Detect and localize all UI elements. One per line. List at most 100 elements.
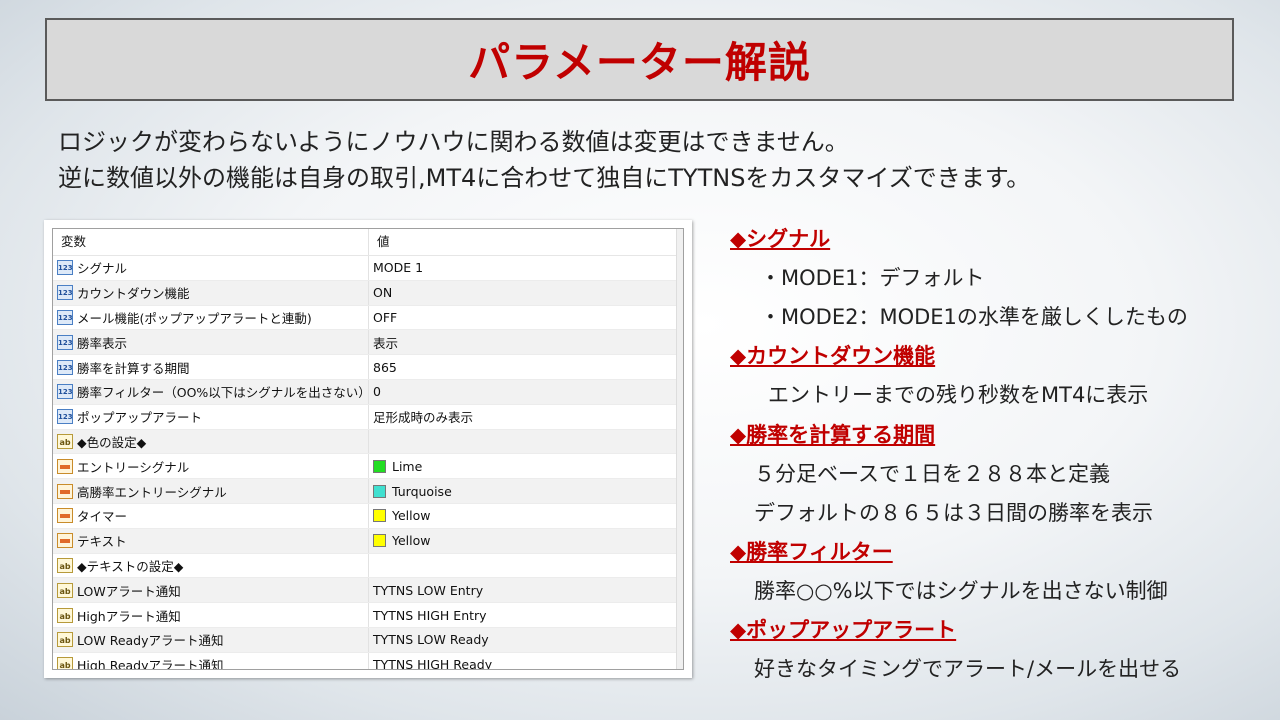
variable-value: MODE 1	[373, 260, 424, 276]
variable-name: 高勝率エントリーシグナル	[77, 484, 227, 500]
variable-value: 表示	[373, 335, 399, 351]
heading-popup: ◆ポップアップアラート	[730, 618, 957, 642]
integer-type-icon: 123	[57, 359, 73, 375]
table-row[interactable]: 123 カウントダウン機能 ON	[53, 280, 683, 306]
variable-cell: 123 勝率表示	[53, 330, 369, 355]
color-swatch	[373, 534, 386, 548]
heading-signal: ◆シグナル	[730, 227, 831, 251]
value-cell[interactable]: TYTNS HIGH Ready	[369, 653, 683, 669]
scrollbar[interactable]	[676, 229, 683, 669]
integer-type-icon: 123	[57, 334, 73, 350]
variable-value: Turquoise	[392, 483, 452, 499]
value-cell[interactable]	[369, 554, 683, 578]
countdown-line-1: エントリーまでの残り秒数をMT4に表示	[768, 383, 1149, 407]
table-row[interactable]: ab LOWアラート通知 TYTNS LOW Entry	[53, 578, 683, 604]
table-row[interactable]: 123 勝率フィルター（OO%以下はシグナルを出さない） 0	[53, 379, 683, 405]
value-cell[interactable]: TYTNS HIGH Entry	[369, 603, 683, 627]
value-cell[interactable]: MODE 1	[369, 256, 683, 280]
variable-value: Yellow	[392, 508, 431, 524]
variable-cell: ab LOWアラート通知	[53, 578, 369, 603]
color-swatch	[373, 509, 386, 523]
variable-cell: 123 勝率を計算する期間	[53, 355, 369, 379]
variable-value: OFF	[373, 309, 398, 325]
value-cell[interactable]	[369, 430, 683, 454]
variable-name: 勝率フィルター（OO%以下はシグナルを出さない）	[77, 385, 371, 401]
variable-value: Yellow	[392, 533, 431, 549]
variable-cell: 123 シグナル	[53, 256, 369, 280]
variable-value: 0	[373, 384, 381, 400]
period-line-1: ５分足ベースで１日を２８８本と定義	[754, 462, 1110, 486]
table-row[interactable]: テキスト Yellow	[53, 528, 683, 554]
table-row[interactable]: ab ◆テキストの設定◆	[53, 553, 683, 579]
variable-name: 勝率を計算する期間	[77, 360, 190, 376]
string-type-icon: ab	[57, 632, 73, 648]
value-cell[interactable]: 足形成時のみ表示	[369, 405, 683, 429]
variable-value: 足形成時のみ表示	[373, 410, 474, 426]
table-row[interactable]: ab LOW Readyアラート通知 TYTNS LOW Ready	[53, 627, 683, 653]
intro-text: ロジックが変わらないようにノウハウに関わる数値は変更はできません。 逆に数値以外…	[58, 124, 1030, 196]
header-value[interactable]: 値	[369, 229, 683, 255]
value-cell[interactable]: 0	[369, 380, 683, 404]
string-type-icon: ab	[57, 582, 73, 598]
variable-cell: タイマー	[53, 503, 369, 528]
period-line-2: デフォルトの８６５は３日間の勝率を表示	[754, 501, 1153, 525]
color-type-icon	[57, 483, 73, 499]
variable-cell: ab ◆テキストの設定◆	[53, 553, 369, 578]
color-type-icon	[57, 508, 73, 524]
value-cell[interactable]: Yellow	[369, 529, 683, 553]
variable-cell: テキスト	[53, 528, 369, 553]
variable-name: LOWアラート通知	[77, 583, 181, 599]
value-cell[interactable]: OFF	[369, 306, 683, 330]
intro-line-1: ロジックが変わらないようにノウハウに関わる数値は変更はできません。	[58, 128, 849, 156]
value-cell[interactable]: Turquoise	[369, 479, 683, 503]
integer-type-icon: 123	[57, 309, 73, 325]
table-row[interactable]: 123 ポップアップアラート 足形成時のみ表示	[53, 404, 683, 430]
variable-name: カウントダウン機能	[77, 286, 190, 302]
table-row[interactable]: 123 メール機能(ポップアップアラートと連動) OFF	[53, 305, 683, 331]
table-row[interactable]: 123 勝率表示 表示	[53, 330, 683, 356]
variable-cell: 123 勝率フィルター（OO%以下はシグナルを出さない）	[53, 379, 371, 404]
variable-value: 865	[373, 359, 397, 375]
table-row[interactable]: 123 勝率を計算する期間 865	[53, 355, 683, 380]
table-row[interactable]: 高勝率エントリーシグナル Turquoise	[53, 479, 683, 504]
popup-line-1: 好きなタイミングでアラート/メールを出せる	[754, 657, 1182, 681]
integer-type-icon: 123	[57, 285, 73, 301]
table-row[interactable]: ab ◆色の設定◆	[53, 429, 683, 455]
variable-cell: 123 カウントダウン機能	[53, 280, 369, 305]
table-row[interactable]: タイマー Yellow	[53, 503, 683, 529]
value-cell[interactable]: 表示	[369, 330, 683, 354]
value-cell[interactable]: TYTNS LOW Entry	[369, 578, 683, 602]
variable-value: Lime	[392, 458, 423, 474]
table-row[interactable]: エントリーシグナル Lime	[53, 454, 683, 480]
variable-name: タイマー	[77, 509, 128, 525]
string-type-icon: ab	[57, 433, 73, 449]
color-type-icon	[57, 458, 73, 474]
variable-cell: エントリーシグナル	[53, 454, 369, 479]
value-cell[interactable]: TYTNS LOW Ready	[369, 628, 683, 652]
integer-type-icon: 123	[57, 409, 73, 425]
value-cell[interactable]: Lime	[369, 454, 683, 478]
string-type-icon: ab	[57, 657, 73, 669]
variable-cell: ab High Readyアラート通知	[53, 652, 369, 670]
variable-value: ON	[373, 285, 393, 301]
variable-cell: ab Highアラート通知	[53, 603, 369, 627]
value-cell[interactable]: Yellow	[369, 504, 683, 528]
variable-name: 勝率表示	[77, 335, 128, 351]
variable-value: TYTNS HIGH Entry	[373, 607, 487, 623]
table-row[interactable]: ab Highアラート通知 TYTNS HIGH Entry	[53, 603, 683, 628]
intro-line-2: 逆に数値以外の機能は自身の取引,MT4に合わせて独自にTYTNSをカスタマイズで…	[58, 164, 1031, 192]
header-variable[interactable]: 変数	[53, 229, 369, 255]
variable-name: High Readyアラート通知	[77, 658, 224, 670]
table-row[interactable]: 123 シグナル MODE 1	[53, 256, 683, 281]
string-type-icon: ab	[57, 557, 73, 573]
value-cell[interactable]: ON	[369, 281, 683, 305]
variable-name: ポップアップアラート	[77, 410, 203, 426]
variable-name: ◆色の設定◆	[77, 434, 147, 450]
heading-countdown: ◆カウントダウン機能	[730, 344, 936, 368]
signal-line-2: ・MODE2：MODE1の水準を厳しくしたもの	[760, 305, 1188, 329]
variable-name: シグナル	[77, 261, 128, 277]
heading-period: ◆勝率を計算する期間	[730, 423, 936, 447]
table-row[interactable]: ab High Readyアラート通知 TYTNS HIGH Ready	[53, 652, 683, 670]
value-cell[interactable]: 865	[369, 355, 683, 379]
variable-name: ◆テキストの設定◆	[77, 558, 184, 574]
